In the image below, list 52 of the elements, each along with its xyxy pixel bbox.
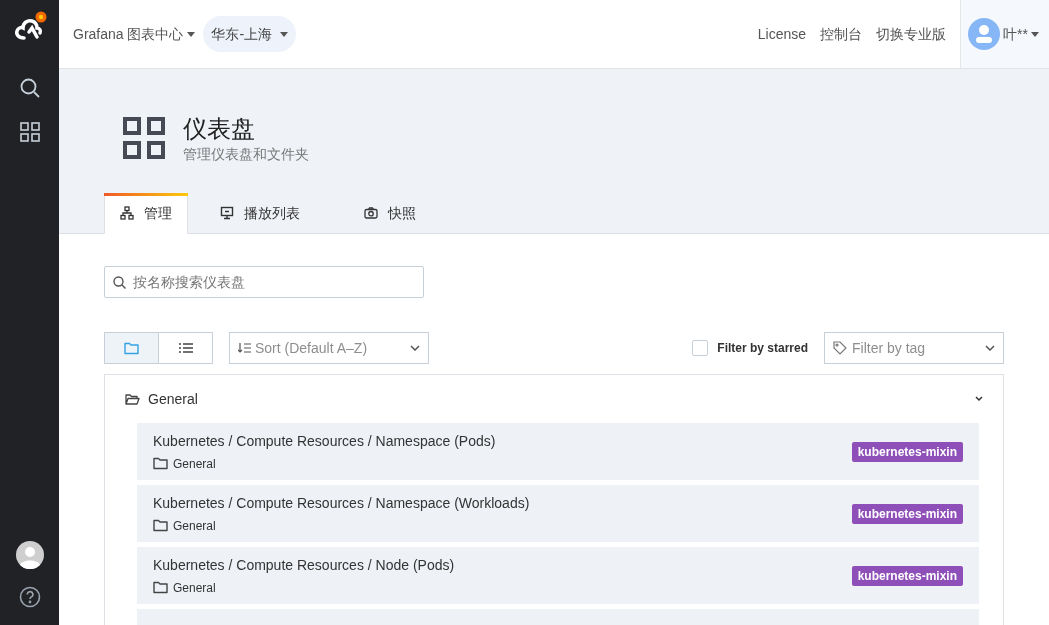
camera-icon: [364, 207, 378, 219]
tag[interactable]: kubernetes-mixin: [851, 503, 963, 524]
search-field[interactable]: 按名称搜索仪表盘: [104, 266, 424, 298]
folder-header[interactable]: General: [105, 375, 1003, 423]
folder-label: General: [173, 455, 216, 473]
folder-icon: [153, 519, 168, 532]
starred-filter-label: Filter by starred: [717, 340, 808, 357]
folder-label: General: [173, 517, 216, 535]
user-menu[interactable]: 叶**: [960, 0, 1049, 68]
folder-icon: [124, 341, 139, 355]
sort-icon: [238, 343, 251, 353]
tag[interactable]: kubernetes-mixin: [851, 441, 963, 462]
chevron-down-icon: [985, 345, 995, 351]
folder-open-icon: [125, 392, 140, 406]
avatar-icon[interactable]: [15, 541, 44, 569]
caret-icon: [280, 31, 289, 37]
chevron-down-icon: [410, 345, 420, 351]
caret-icon: [187, 31, 196, 37]
page-subtitle: 管理仪表盘和文件夹: [183, 145, 309, 164]
folder-icon: [153, 581, 168, 594]
user-name: 叶**: [1003, 24, 1028, 44]
search-icon[interactable]: [18, 77, 41, 99]
search-icon: [113, 276, 126, 289]
dashboard-title: Kubernetes / Compute Resources / Namespace (Pods): [153, 431, 497, 451]
dashboard-row[interactable]: Kubernetes / Compute Resources / Node (Pods) General kubernetes-mixin: [137, 547, 979, 604]
dashboard-row[interactable]: Kubernetes / Compute Resources / Namespace (Workloads) General kubernetes-mixin: [137, 485, 979, 542]
region-dropdown[interactable]: 华东-上海: [203, 16, 297, 52]
tab[interactable]: 播放列表: [188, 193, 332, 233]
dashboards-icon[interactable]: [19, 122, 40, 142]
help-icon[interactable]: [18, 586, 41, 608]
product-dropdown[interactable]: Grafana 图表中心: [73, 23, 196, 45]
nav-link[interactable]: 切换专业版: [876, 23, 946, 45]
dashboard-row[interactable]: Kubernetes / Compute Resources / Namespace (Pods) General kubernetes-mixin: [137, 423, 979, 480]
tab[interactable]: 管理: [104, 193, 188, 234]
tab[interactable]: 快照: [332, 193, 448, 233]
user-avatar-icon: [968, 18, 1000, 50]
presentation-icon: [220, 206, 234, 220]
nav-link[interactable]: License: [757, 23, 806, 45]
dashboard-grid-icon: [123, 117, 165, 159]
nav-link[interactable]: 控制台: [820, 23, 862, 45]
list-view-button[interactable]: [158, 332, 213, 364]
tag[interactable]: kubernetes-mixin: [851, 565, 963, 586]
caret-icon: [1030, 31, 1039, 37]
sitemap-icon: [120, 206, 134, 220]
dashboard-title: Kubernetes / Compute Resources / Namespace (Workloads): [153, 493, 531, 513]
checkbox[interactable]: [692, 340, 709, 356]
dashboard-title: Kubernetes / Compute Resources / Node (Pods): [153, 555, 456, 575]
tag-icon: [833, 341, 847, 355]
page-title: 仪表盘: [183, 114, 256, 144]
folder-label: General: [173, 579, 216, 597]
folder-icon: [153, 457, 168, 470]
list-icon: [178, 343, 193, 353]
